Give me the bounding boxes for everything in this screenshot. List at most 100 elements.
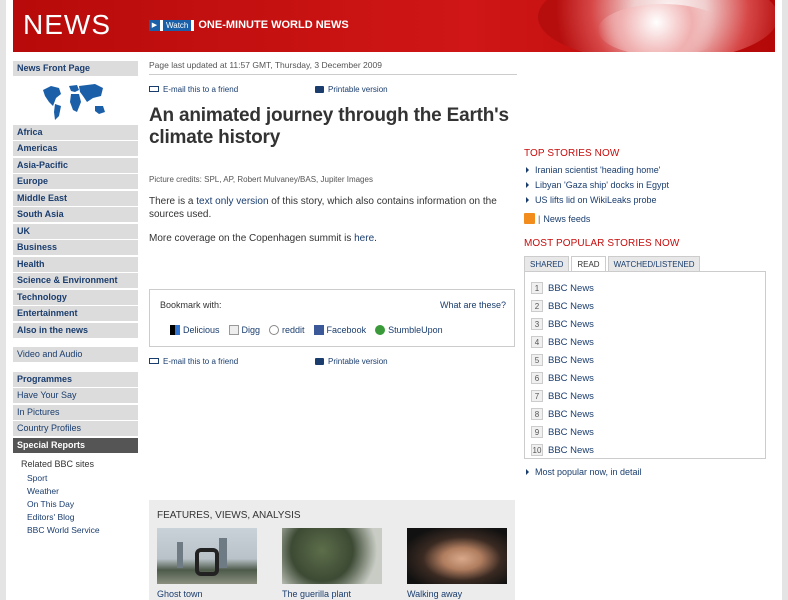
rank-badge: 1 — [531, 282, 543, 294]
tab-read[interactable]: READ — [571, 256, 606, 271]
watch-badge: ▶ Watch — [149, 19, 195, 31]
sidebar-item-asia-pacific[interactable]: Asia-Pacific — [13, 157, 138, 173]
popular-item[interactable]: 7 BBC News — [525, 387, 765, 405]
watch-title: ONE-MINUTE WORLD NEWS — [198, 19, 349, 31]
feature-image-ghost-town — [157, 528, 257, 584]
popular-item[interactable]: 4 BBC News — [525, 333, 765, 351]
sidebar-item-country-profiles[interactable]: Country Profiles — [13, 421, 138, 436]
feature-image-guerilla-plant — [282, 528, 382, 584]
feature-caption: Ghost town — [157, 589, 203, 599]
rank-badge: 2 — [531, 300, 543, 312]
sidebar-item-have-your-say[interactable]: Have Your Say — [13, 388, 138, 403]
sidebar-item-business[interactable]: Business — [13, 240, 138, 255]
sidebar-item-special-reports[interactable]: Special Reports — [13, 437, 138, 453]
sidebar-item-south-asia[interactable]: South Asia — [13, 207, 138, 222]
sidebar-nav: News Front Page Africa Americas Asia-Pac… — [13, 61, 138, 538]
popular-item[interactable]: 10 BBC News — [525, 441, 765, 459]
popular-item[interactable]: 6 BBC News — [525, 369, 765, 387]
sidebar-item-also-in-the-news[interactable]: Also in the news — [13, 322, 138, 338]
tab-watched-listened[interactable]: WATCHED/LISTENED — [607, 256, 701, 271]
play-icon: ▶ — [149, 19, 160, 31]
related-header: Related BBC sites — [21, 458, 95, 469]
last-updated: Page last updated at 11:57 GMT, Thursday… — [149, 58, 517, 75]
one-minute-news-link[interactable]: ▶ Watch ONE-MINUTE WORLD NEWS — [149, 19, 349, 31]
bookmark-box: Bookmark with: What are these? Delicious… — [149, 289, 515, 347]
sidebar-item-programmes[interactable]: Programmes — [13, 371, 138, 387]
rank-badge: 10 — [531, 444, 543, 456]
sidebar-item-middle-east[interactable]: Middle East — [13, 190, 138, 206]
email-friend-link[interactable]: E-mail this to a friend — [149, 83, 315, 95]
bullet-icon — [526, 197, 529, 203]
news-feeds-link[interactable]: | News feeds — [524, 213, 766, 224]
top-story-link[interactable]: Iranian scientist 'heading home' — [524, 165, 766, 175]
bookmark-label: Bookmark with: — [160, 300, 222, 310]
rank-badge: 3 — [531, 318, 543, 330]
sidebar-item-technology[interactable]: Technology — [13, 289, 138, 305]
sidebar-item-americas[interactable]: Americas — [13, 141, 138, 156]
banner: NEWS ▶ Watch ONE-MINUTE WORLD NEWS — [13, 0, 775, 52]
news-logo[interactable]: NEWS — [23, 9, 111, 41]
popular-item[interactable]: 1 BBC News — [525, 279, 765, 297]
sidebar-item-uk[interactable]: UK — [13, 223, 138, 239]
rank-badge: 8 — [531, 408, 543, 420]
related-link-editors-blog[interactable]: Editors' Blog — [21, 512, 138, 522]
bullet-icon — [526, 469, 529, 475]
popular-item[interactable]: 9 BBC News — [525, 423, 765, 441]
feature-caption: The guerilla plant — [282, 589, 352, 599]
copenhagen-link[interactable]: here — [354, 233, 374, 244]
world-map-icon — [43, 83, 105, 120]
feature-guerilla-plant[interactable]: The guerilla plant — [282, 528, 382, 599]
tab-shared[interactable]: SHARED — [524, 256, 570, 271]
related-link-world-service[interactable]: BBC World Service — [21, 525, 138, 535]
bullet-icon — [526, 182, 529, 188]
bookmark-digg[interactable]: Digg — [228, 325, 260, 335]
bookmark-stumbleupon[interactable]: StumbleUpon — [375, 325, 443, 335]
right-column: TOP STORIES NOW Iranian scientist 'headi… — [524, 148, 766, 477]
related-link-weather[interactable]: Weather — [21, 486, 138, 496]
reddit-icon — [269, 325, 280, 335]
sidebar-item-entertainment[interactable]: Entertainment — [13, 306, 138, 321]
top-story-link[interactable]: Libyan 'Gaza ship' docks in Egypt — [524, 180, 766, 190]
popular-item[interactable]: 3 BBC News — [525, 315, 765, 333]
sidebar-item-europe[interactable]: Europe — [13, 174, 138, 189]
sidebar-item-news-front-page[interactable]: News Front Page — [13, 61, 138, 76]
popular-item[interactable]: 5 BBC News — [525, 351, 765, 369]
sidebar-item-health[interactable]: Health — [13, 256, 138, 272]
bookmark-facebook[interactable]: Facebook — [313, 325, 366, 335]
printer-icon — [315, 85, 324, 93]
text-only-version-link[interactable]: text only version — [196, 196, 268, 207]
printable-version-link-bottom[interactable]: Printable version — [315, 355, 481, 367]
rank-badge: 7 — [531, 390, 543, 402]
popular-list: 1 BBC News 2 BBC News 3 BBC News 4 BBC News … — [524, 271, 766, 459]
top-stories-header: TOP STORIES NOW — [524, 148, 620, 159]
sidebar-item-africa[interactable]: Africa — [13, 124, 138, 140]
sidebar-item-video-audio[interactable]: Video and Audio — [13, 347, 138, 362]
rank-badge: 4 — [531, 336, 543, 348]
popular-item[interactable]: 8 BBC News — [525, 405, 765, 423]
rss-icon — [524, 213, 535, 224]
world-map[interactable] — [13, 77, 138, 124]
email-friend-link-bottom[interactable]: E-mail this to a friend — [149, 355, 315, 367]
features-header: FEATURES, VIEWS, ANALYSIS — [157, 510, 301, 521]
text-only-paragraph: There is a text only version of this sto… — [149, 196, 497, 220]
popular-item[interactable]: 2 BBC News — [525, 297, 765, 315]
feature-image-walking-away — [407, 528, 507, 584]
related-link-sport[interactable]: Sport — [21, 473, 138, 483]
article-main: Page last updated at 11:57 GMT, Thursday… — [149, 58, 517, 367]
most-popular-detail-link[interactable]: Most popular now, in detail — [524, 467, 766, 477]
feature-ghost-town[interactable]: Ghost town — [157, 528, 257, 599]
bookmark-reddit[interactable]: reddit — [269, 325, 305, 335]
stumbleupon-icon — [375, 325, 386, 335]
bookmark-delicious[interactable]: Delicious — [170, 325, 220, 335]
sidebar-item-in-pictures[interactable]: In Pictures — [13, 404, 138, 420]
what-are-these-link[interactable]: What are these? — [440, 300, 506, 310]
sidebar-item-science-environment[interactable]: Science & Environment — [13, 273, 138, 288]
feature-caption: Walking away — [407, 589, 463, 599]
top-story-link[interactable]: US lifts lid on WikiLeaks probe — [524, 195, 766, 205]
rank-badge: 5 — [531, 354, 543, 366]
bullet-icon — [526, 167, 529, 173]
related-link-on-this-day[interactable]: On This Day — [21, 499, 138, 509]
feature-walking-away[interactable]: Walking away — [407, 528, 507, 599]
printable-version-link[interactable]: Printable version — [315, 83, 481, 95]
related-sites: Related BBC sites Sport Weather On This … — [13, 459, 138, 535]
